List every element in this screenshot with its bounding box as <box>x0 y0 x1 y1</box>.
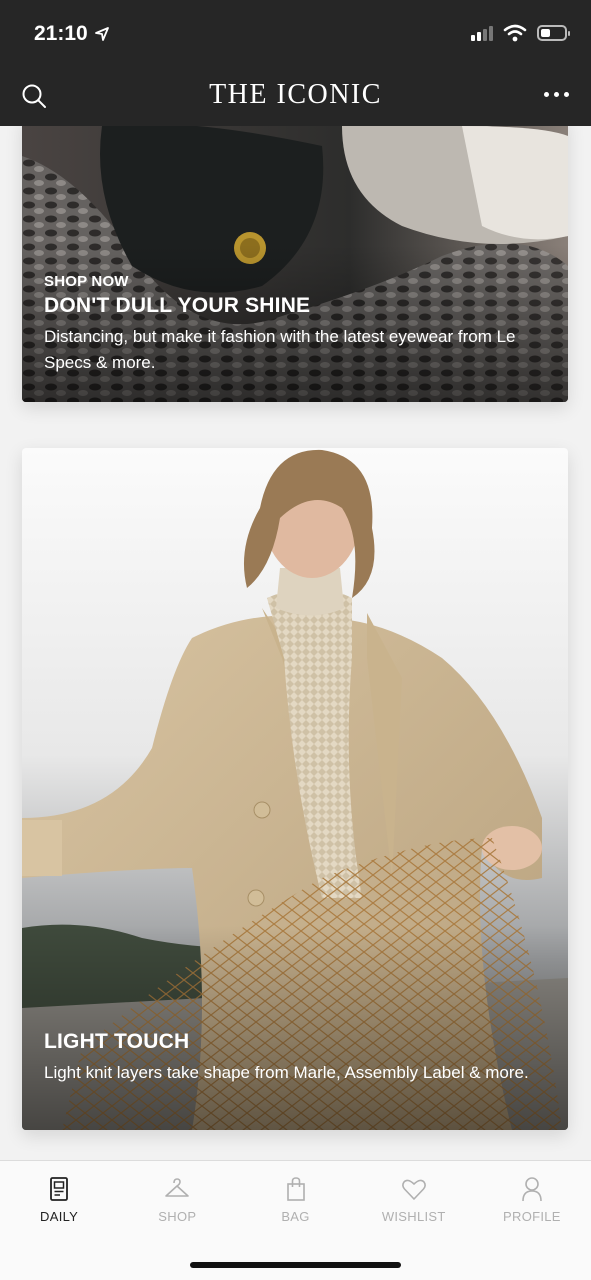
card-image-light-touch <box>22 448 568 1130</box>
tab-daily-label: DAILY <box>40 1209 79 1224</box>
cellular-signal-icon <box>471 25 493 41</box>
feed-card-eyewear[interactable]: SHOP NOW DON'T DULL YOUR SHINE Distancin… <box>22 126 568 402</box>
home-indicator[interactable] <box>190 1262 401 1268</box>
status-time-text: 21:10 <box>34 22 88 45</box>
card-title: DON'T DULL YOUR SHINE <box>44 294 311 317</box>
card-text-light-touch: LIGHT TOUCH Light knit layers take shape… <box>44 1030 538 1086</box>
daily-icon <box>50 1177 68 1201</box>
location-arrow-icon <box>94 27 109 41</box>
status-indicators <box>471 24 570 42</box>
tab-profile[interactable]: PROFILE <box>473 1175 591 1224</box>
bottom-tab-bar: DAILY SHOP BAG WISHLIST PROFILE <box>0 1160 591 1280</box>
feed-card-light-touch[interactable]: LIGHT TOUCH Light knit layers take shape… <box>22 448 568 1130</box>
profile-icon <box>522 1177 542 1202</box>
more-icon[interactable] <box>544 92 569 97</box>
hanger-icon <box>165 1178 190 1197</box>
card-title: LIGHT TOUCH <box>44 1030 190 1053</box>
status-time: 21:10 <box>34 22 110 46</box>
card-text-eyewear: SHOP NOW DON'T DULL YOUR SHINE Distancin… <box>44 273 538 376</box>
app-header: THE ICONIC <box>0 66 591 126</box>
tab-shop[interactable]: SHOP <box>118 1175 236 1224</box>
app-logo-title: THE ICONIC <box>209 79 382 110</box>
tab-bag-label: BAG <box>281 1209 310 1224</box>
tab-wishlist[interactable]: WISHLIST <box>355 1175 473 1224</box>
wifi-icon <box>503 24 527 42</box>
tab-profile-label: PROFILE <box>503 1209 561 1224</box>
tab-daily[interactable]: DAILY <box>0 1175 118 1224</box>
card-eyebrow: SHOP NOW <box>44 273 129 290</box>
heart-icon <box>401 1179 426 1200</box>
card-description: Distancing, but make it fashion with the… <box>44 327 516 372</box>
tab-shop-label: SHOP <box>158 1209 197 1224</box>
bag-icon <box>286 1177 305 1201</box>
card-description: Light knit layers take shape from Marle,… <box>44 1063 529 1082</box>
tab-wishlist-label: WISHLIST <box>381 1209 446 1224</box>
status-bar: 21:10 <box>0 0 591 66</box>
battery-icon <box>537 25 570 41</box>
daily-feed[interactable]: SHOP NOW DON'T DULL YOUR SHINE Distancin… <box>0 126 591 1160</box>
tab-bag[interactable]: BAG <box>236 1175 354 1224</box>
